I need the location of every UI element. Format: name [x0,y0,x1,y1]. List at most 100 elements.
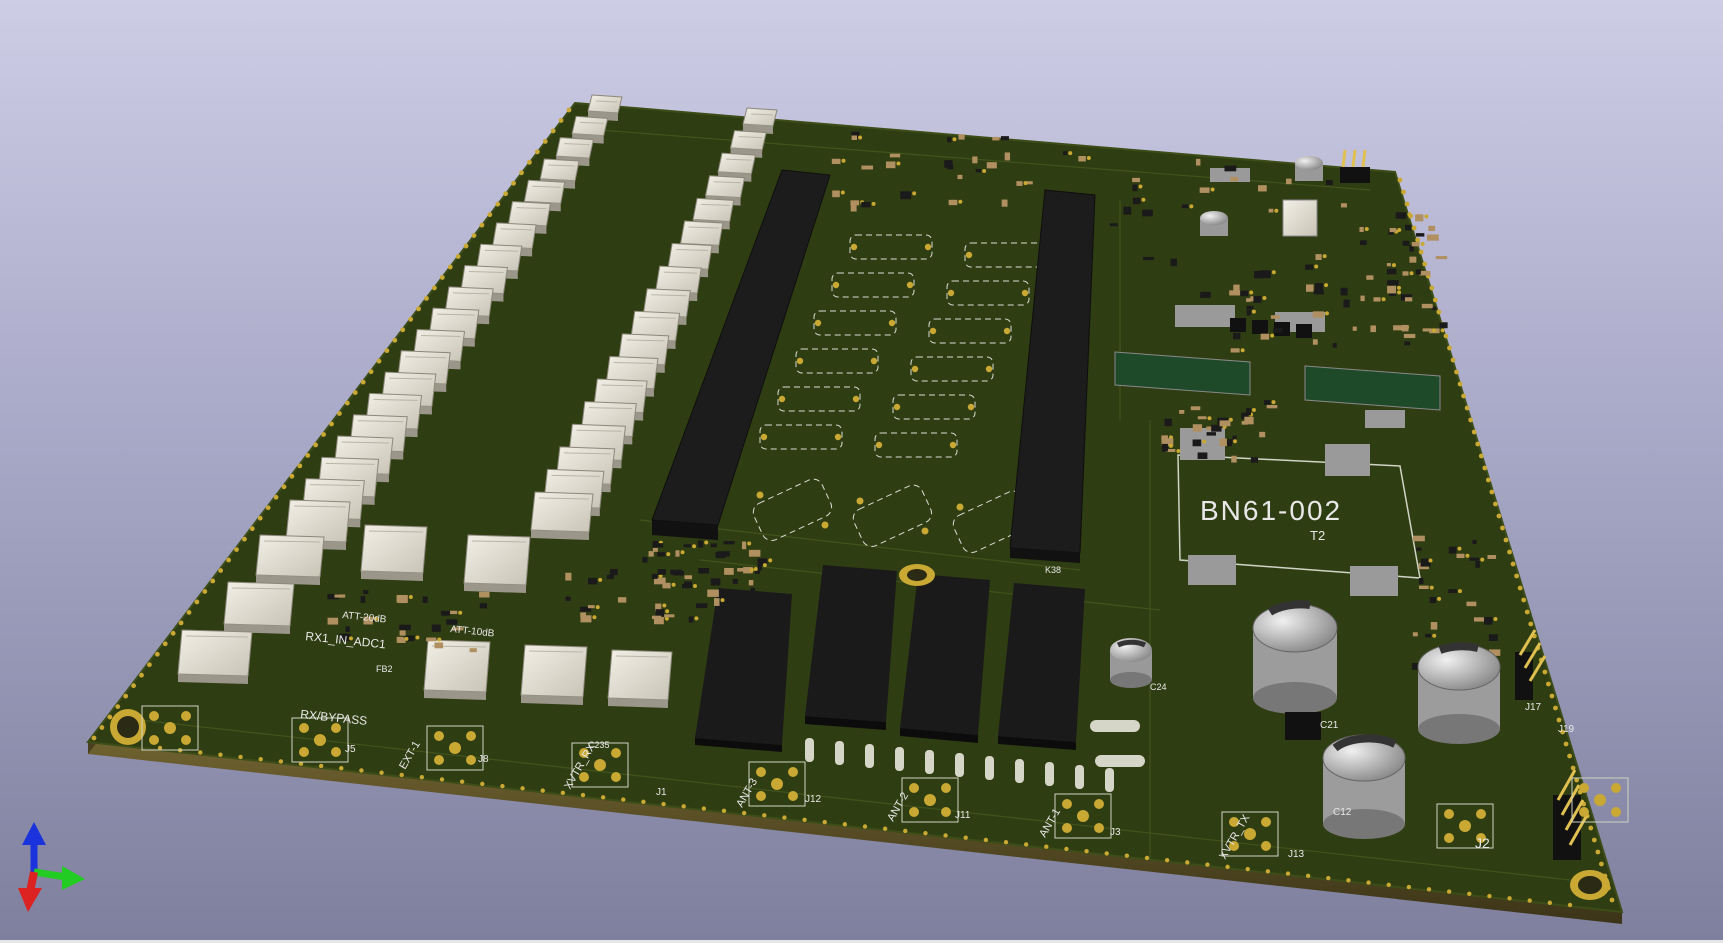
sma-ground-pad [1611,807,1621,817]
smd-part [1466,601,1477,607]
edge-pad [1443,333,1449,339]
slot-pad [835,741,844,765]
edge-pad [1185,860,1190,865]
pcb-3d-render[interactable]: BN61-002 T2 RX1_IN_ADC1 ATT-20dB ATT-10d… [0,0,1723,940]
edge-pad [500,783,505,789]
smd-via [1432,633,1437,638]
smd-via [437,637,442,642]
smd-part [900,191,912,200]
smd-via [1457,546,1462,551]
smd-part [1241,421,1248,425]
edge-pad [1563,741,1569,747]
sma-ground-pad [181,711,191,721]
smd-via [1210,187,1215,192]
edge-pad [701,806,707,811]
smd-part [1254,271,1265,279]
slot-pad [805,738,814,762]
edge-pad [1461,393,1466,399]
smd-via [415,635,420,640]
edge-pad [337,411,342,416]
slot-pad [985,756,994,780]
smd-part [1343,299,1350,308]
smd-via [1440,328,1445,333]
edge-pad [527,159,532,165]
smd-part [1273,327,1283,333]
edge-pad [339,765,344,771]
sma-ground-pad [756,791,766,801]
edge-pad [1205,862,1210,867]
relay-body [520,644,588,698]
smd-part [1000,136,1009,141]
label-j19: J19 [1558,724,1575,735]
edge-pad [1432,297,1438,303]
toroid-pad [821,521,829,529]
smd-part [697,540,704,548]
edge-pad [1542,669,1548,675]
smd-part [587,605,595,609]
smd-part [1373,297,1381,302]
smd-via [982,168,987,173]
edge-pad [1471,429,1477,435]
edge-pad [384,348,390,354]
smd-via [1068,151,1073,156]
smd-via [896,161,901,166]
edge-pad [1415,237,1421,243]
smd-part [754,570,760,574]
smd-via [1251,309,1256,314]
smd-part [363,590,369,594]
smd-part [399,630,406,636]
y-axis-arrow-icon [18,888,42,912]
smd-via [720,598,725,603]
sma-ground-pad [1094,823,1104,833]
smd-part [1233,332,1241,340]
smd-part [431,624,441,632]
smd-part [1233,284,1240,293]
smd-via [1428,558,1433,563]
smd-via [1493,616,1498,621]
edge-pad [1549,693,1555,699]
3d-viewport[interactable]: BN61-002 T2 RX1_IN_ADC1 ATT-20dB ATT-10d… [0,0,1723,940]
smd-part [1386,263,1391,267]
edge-pad [1493,501,1498,507]
edge-pad [170,630,176,636]
edge-pad [368,369,374,375]
edge-pad [463,243,469,249]
edge-pad [1418,249,1424,255]
edge-pad [318,763,324,769]
smd-via [1381,297,1386,302]
edge-pad [154,651,160,657]
edge-pad [1450,357,1456,363]
sma-ground-pad [1611,783,1621,793]
pin-header-top [1340,149,1370,183]
edge-pad [400,327,406,333]
capacitor-c24 [1110,638,1152,688]
smd-via [1480,557,1485,562]
edge-pad [178,620,184,626]
edge-pad [1411,225,1417,231]
smd-via [952,137,957,142]
smd-part [1405,224,1412,231]
smd-via [671,582,676,587]
smd-part [1418,578,1424,585]
edge-pad [1514,573,1519,579]
smd-via [1207,416,1212,421]
smd-part [850,204,857,212]
sma-ground-pad [788,791,798,801]
smd-part [992,136,1000,141]
smd-part [1063,151,1068,155]
sma-center-pad [594,759,606,771]
relay-white [607,649,673,708]
edge-pad [566,107,572,113]
relay-body [704,175,746,199]
edge-pad [1124,853,1130,858]
sma-ground-pad [941,783,951,793]
smd-part [1192,424,1203,432]
smd-part [1325,179,1333,186]
edge-pad [1401,189,1406,195]
edge-pad [641,799,646,805]
smd-part [1352,326,1357,331]
smd-part [885,161,896,169]
smd-part [1403,333,1416,339]
edge-pad [1406,884,1412,890]
smd-part [1132,184,1138,192]
